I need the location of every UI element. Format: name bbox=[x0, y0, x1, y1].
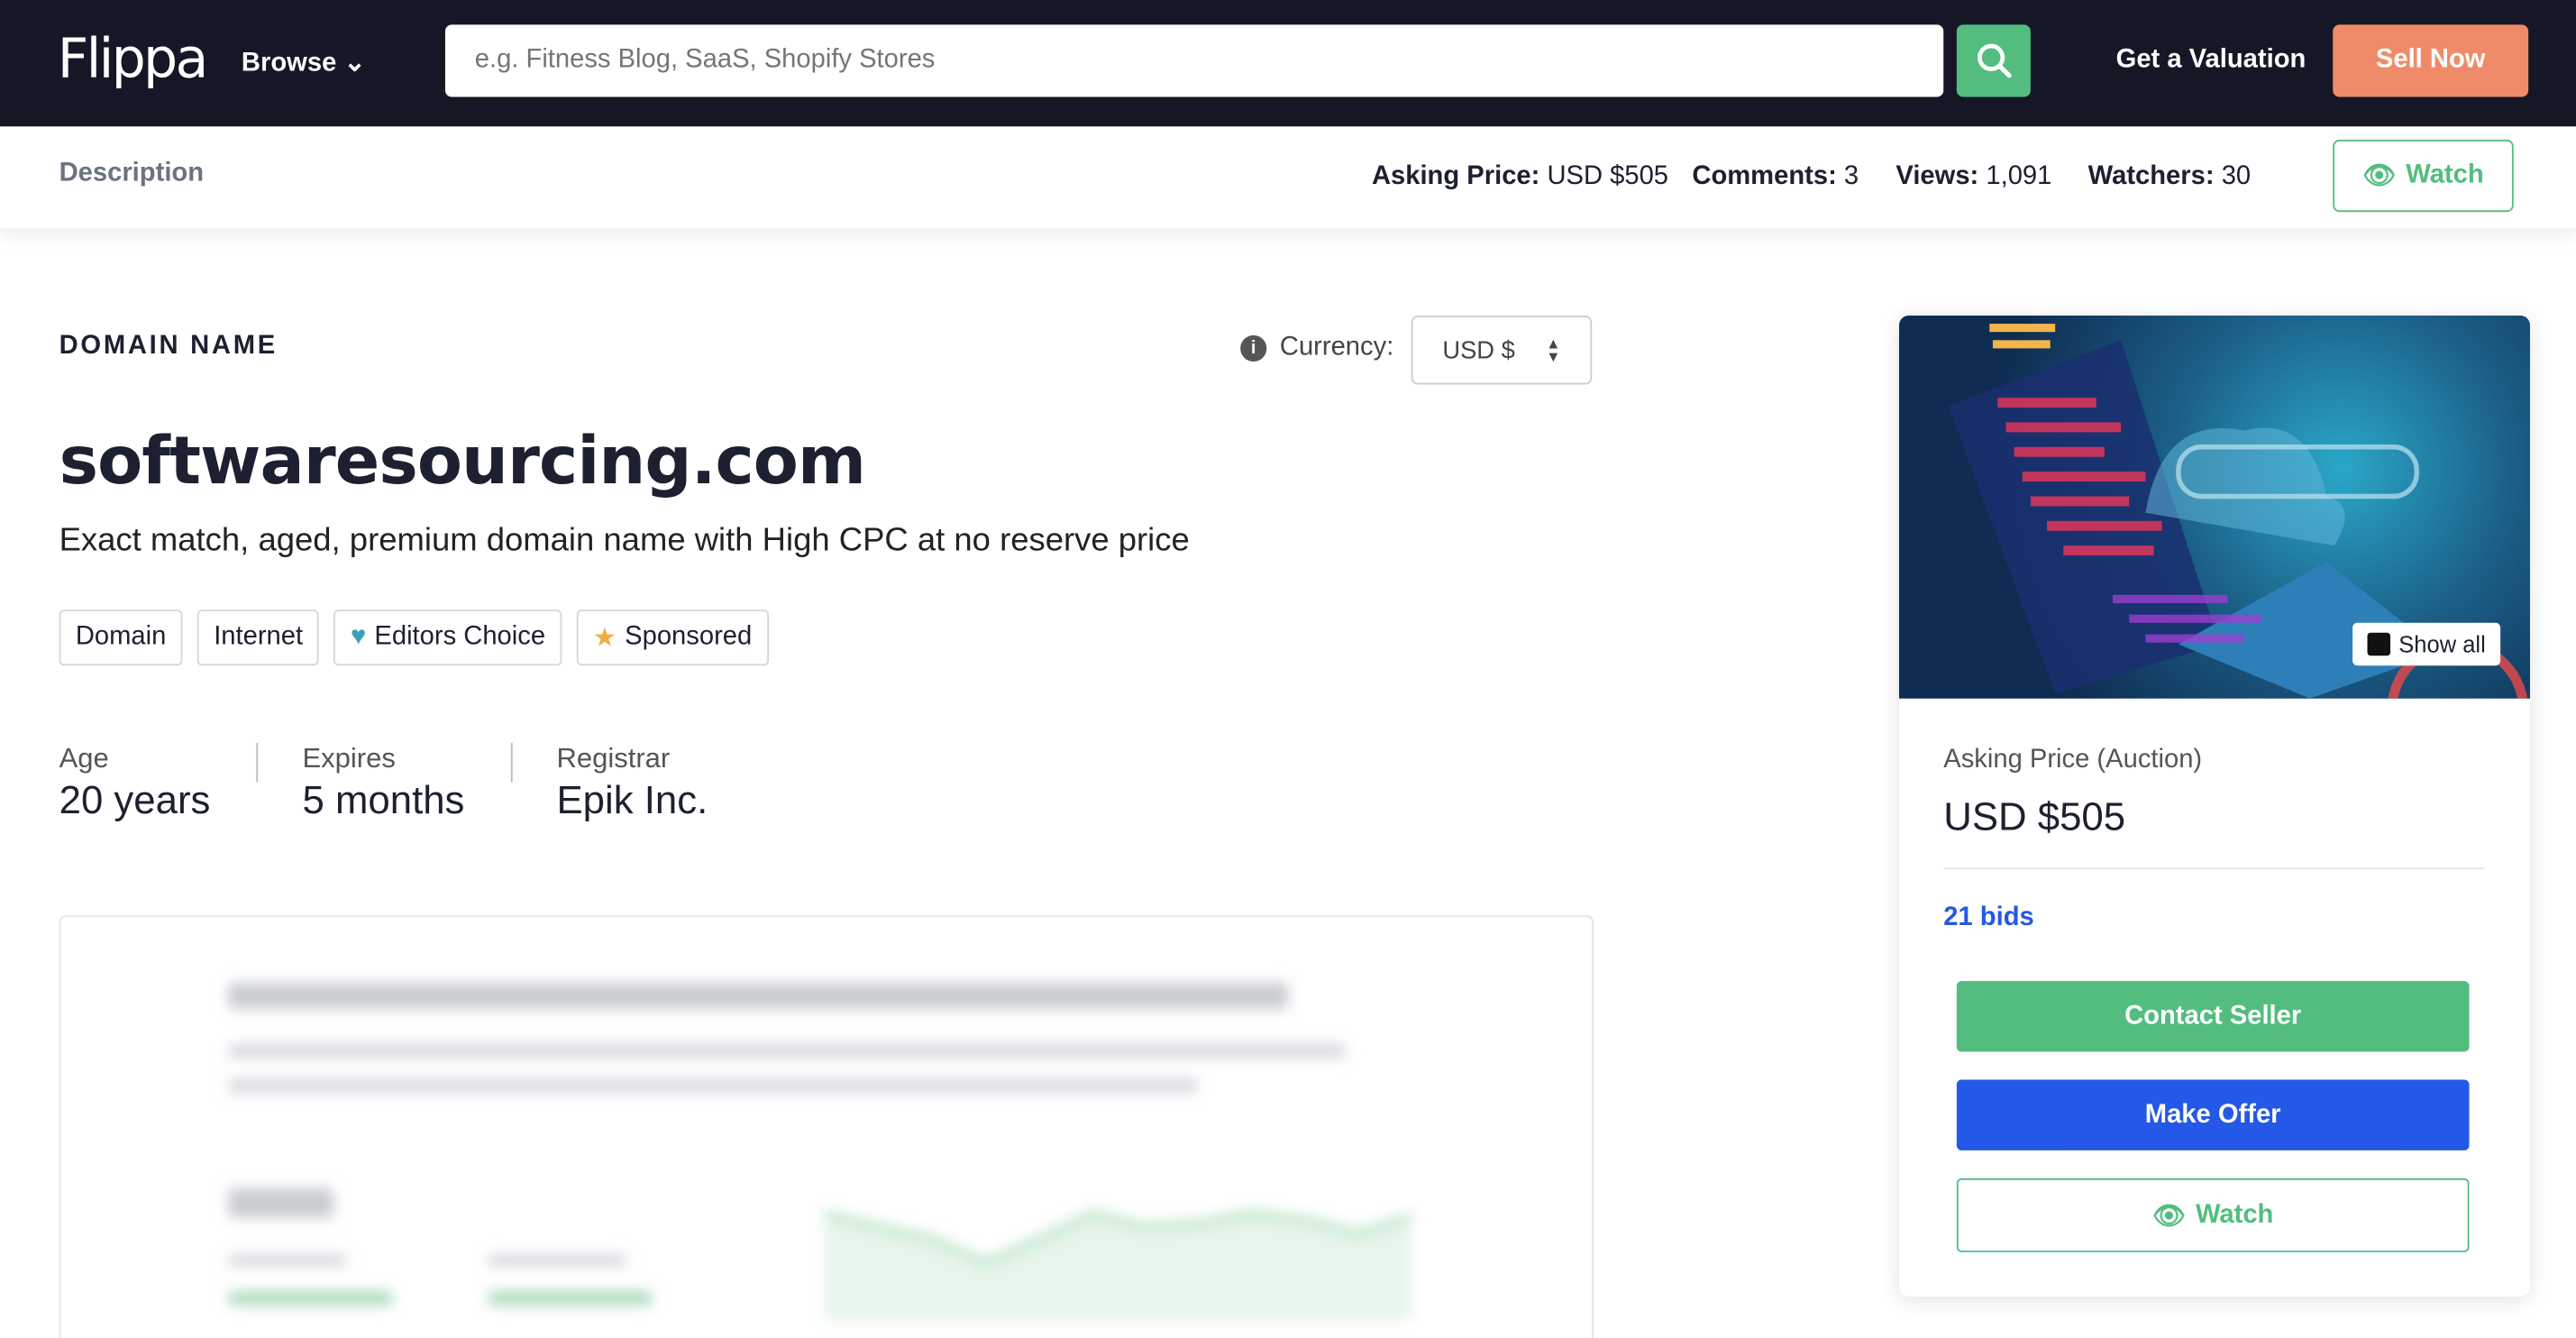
tab-description[interactable]: Description bbox=[59, 160, 204, 189]
search-icon bbox=[1977, 43, 2011, 78]
asking-price-stat: Asking Price: USD $505 bbox=[1371, 162, 1669, 191]
fact-age: Age 20 years bbox=[59, 742, 259, 823]
eye-icon: 👁 bbox=[2362, 162, 2397, 191]
watchers-stat: Watchers: 30 bbox=[2087, 162, 2252, 191]
image-icon bbox=[2367, 632, 2391, 656]
show-all-photos-button[interactable]: Show all bbox=[2352, 622, 2501, 666]
flippa-logo[interactable]: Flippa bbox=[58, 26, 209, 90]
domain-facts: Age 20 years Expires 5 months Registrar Epi… bbox=[59, 742, 799, 824]
tag-internet[interactable]: Internet bbox=[196, 609, 320, 666]
info-icon[interactable]: i bbox=[1240, 334, 1267, 362]
fact-registrar: Registrar Epik Inc. bbox=[556, 742, 708, 824]
page-title: softwaresourcing.com bbox=[59, 424, 866, 500]
sell-now-button[interactable]: Sell Now bbox=[2333, 24, 2529, 97]
watch-button[interactable]: 👁 Watch bbox=[1956, 1178, 2470, 1252]
top-nav: Flippa Browse ⌄ Get a Valuation Sell Now bbox=[0, 0, 2576, 127]
star-icon: ★ bbox=[592, 624, 617, 653]
blurred-line-chart bbox=[824, 1211, 1412, 1320]
currency-label: i Currency: bbox=[1240, 334, 1393, 363]
listing-subnav: Description Asking Price: USD $505 Comme… bbox=[0, 126, 2576, 229]
currency-select[interactable]: USD $ ▲ ▼ bbox=[1411, 315, 1593, 385]
make-offer-button[interactable]: Make Offer bbox=[1956, 1079, 2470, 1150]
comments-stat: Comments: 3 bbox=[1692, 162, 1859, 191]
asking-price-label: Asking Price (Auction) bbox=[1943, 746, 2203, 774]
eye-icon: 👁 bbox=[2151, 1202, 2187, 1231]
tag-editors-choice[interactable]: ♥ Editors Choice bbox=[333, 609, 562, 666]
tag-sponsored[interactable]: ★ Sponsored bbox=[576, 609, 769, 666]
chevron-down-icon: ⌄ bbox=[343, 49, 366, 78]
blurred-promo-panel bbox=[59, 915, 1594, 1338]
divider bbox=[1943, 867, 2484, 870]
listing-sidebar-card: Show all Asking Price (Auction) USD $505… bbox=[1899, 315, 2530, 1297]
listing-image[interactable]: Show all bbox=[1899, 315, 2530, 699]
heart-icon: ♥ bbox=[350, 622, 367, 651]
tag-list: Domain Internet ♥ Editors Choice ★ Sponsor… bbox=[59, 609, 769, 666]
search-input[interactable] bbox=[444, 24, 1944, 97]
sort-arrows-icon: ▲ ▼ bbox=[1546, 334, 1561, 365]
watch-button-top[interactable]: 👁 Watch bbox=[2333, 139, 2514, 213]
listing-type: DOMAIN NAME bbox=[59, 332, 278, 361]
browse-menu[interactable]: Browse ⌄ bbox=[242, 46, 366, 78]
tag-domain[interactable]: Domain bbox=[59, 609, 183, 666]
get-valuation-link[interactable]: Get a Valuation bbox=[2116, 46, 2307, 76]
contact-seller-button[interactable]: Contact Seller bbox=[1956, 981, 2470, 1052]
asking-price-value: USD $505 bbox=[1943, 795, 2126, 840]
bids-link[interactable]: 21 bids bbox=[1943, 903, 2034, 933]
fact-expires: Expires 5 months bbox=[302, 742, 513, 823]
listing-tagline: Exact match, aged, premium domain name w… bbox=[59, 522, 1190, 559]
browse-label: Browse bbox=[241, 49, 337, 78]
search-button[interactable] bbox=[1956, 24, 2031, 97]
views-stat: Views: 1,091 bbox=[1895, 162, 2052, 191]
